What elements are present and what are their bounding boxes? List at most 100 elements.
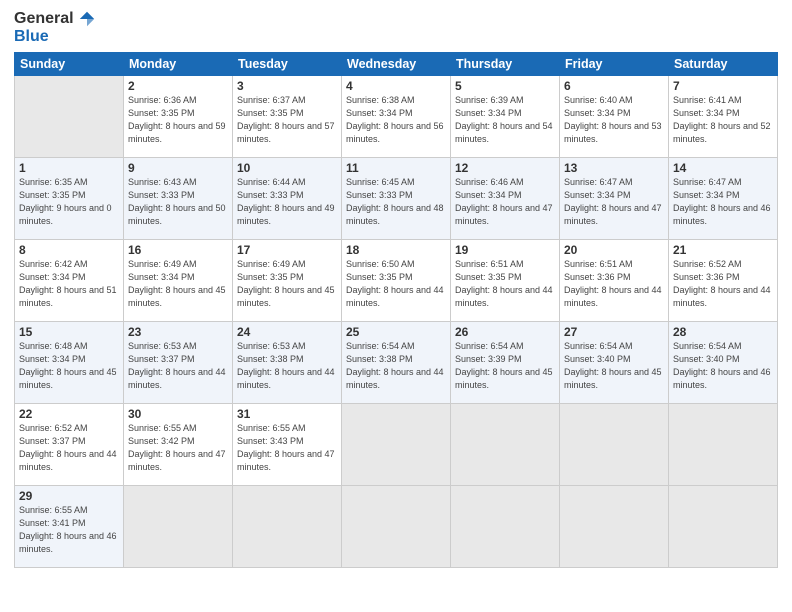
- day-info: Sunrise: 6:48 AMSunset: 3:34 PMDaylight:…: [19, 341, 117, 390]
- day-number: 19: [455, 243, 555, 257]
- day-number: 20: [564, 243, 664, 257]
- day-number: 5: [455, 79, 555, 93]
- calendar-cell: 23 Sunrise: 6:53 AMSunset: 3:37 PMDaylig…: [124, 322, 233, 404]
- day-number: 29: [19, 489, 119, 503]
- day-number: 16: [128, 243, 228, 257]
- day-info: Sunrise: 6:53 AMSunset: 3:38 PMDaylight:…: [237, 341, 335, 390]
- day-number: 17: [237, 243, 337, 257]
- day-info: Sunrise: 6:55 AMSunset: 3:41 PMDaylight:…: [19, 505, 117, 554]
- calendar-cell: 26 Sunrise: 6:54 AMSunset: 3:39 PMDaylig…: [451, 322, 560, 404]
- day-number: 28: [673, 325, 773, 339]
- day-info: Sunrise: 6:50 AMSunset: 3:35 PMDaylight:…: [346, 259, 444, 308]
- day-info: Sunrise: 6:55 AMSunset: 3:43 PMDaylight:…: [237, 423, 335, 472]
- calendar-cell: [124, 486, 233, 568]
- day-info: Sunrise: 6:49 AMSunset: 3:34 PMDaylight:…: [128, 259, 226, 308]
- calendar-cell: [342, 486, 451, 568]
- calendar-cell: [560, 404, 669, 486]
- calendar-cell: 10 Sunrise: 6:44 AMSunset: 3:33 PMDaylig…: [233, 158, 342, 240]
- day-number: 14: [673, 161, 773, 175]
- calendar-cell: 31 Sunrise: 6:55 AMSunset: 3:43 PMDaylig…: [233, 404, 342, 486]
- calendar-row-2: 8 Sunrise: 6:42 AMSunset: 3:34 PMDayligh…: [15, 240, 778, 322]
- calendar-cell: 28 Sunrise: 6:54 AMSunset: 3:40 PMDaylig…: [669, 322, 778, 404]
- calendar-cell: 18 Sunrise: 6:50 AMSunset: 3:35 PMDaylig…: [342, 240, 451, 322]
- day-info: Sunrise: 6:44 AMSunset: 3:33 PMDaylight:…: [237, 177, 335, 226]
- day-info: Sunrise: 6:51 AMSunset: 3:36 PMDaylight:…: [564, 259, 662, 308]
- col-friday: Friday: [560, 53, 669, 76]
- calendar-cell: 21 Sunrise: 6:52 AMSunset: 3:36 PMDaylig…: [669, 240, 778, 322]
- calendar-row-5: 29 Sunrise: 6:55 AMSunset: 3:41 PMDaylig…: [15, 486, 778, 568]
- calendar-cell: 7 Sunrise: 6:41 AMSunset: 3:34 PMDayligh…: [669, 76, 778, 158]
- logo-general-text: General: [14, 10, 74, 28]
- col-sunday: Sunday: [15, 53, 124, 76]
- calendar-cell: 1 Sunrise: 6:35 AMSunset: 3:35 PMDayligh…: [15, 158, 124, 240]
- day-info: Sunrise: 6:54 AMSunset: 3:39 PMDaylight:…: [455, 341, 553, 390]
- calendar-row-3: 15 Sunrise: 6:48 AMSunset: 3:34 PMDaylig…: [15, 322, 778, 404]
- day-info: Sunrise: 6:45 AMSunset: 3:33 PMDaylight:…: [346, 177, 444, 226]
- day-info: Sunrise: 6:55 AMSunset: 3:42 PMDaylight:…: [128, 423, 226, 472]
- day-info: Sunrise: 6:49 AMSunset: 3:35 PMDaylight:…: [237, 259, 335, 308]
- day-info: Sunrise: 6:42 AMSunset: 3:34 PMDaylight:…: [19, 259, 117, 308]
- calendar-cell: 20 Sunrise: 6:51 AMSunset: 3:36 PMDaylig…: [560, 240, 669, 322]
- calendar-cell: 4 Sunrise: 6:38 AMSunset: 3:34 PMDayligh…: [342, 76, 451, 158]
- day-number: 6: [564, 79, 664, 93]
- calendar-cell: 14 Sunrise: 6:47 AMSunset: 3:34 PMDaylig…: [669, 158, 778, 240]
- calendar-cell: [451, 486, 560, 568]
- calendar-cell: [15, 76, 124, 158]
- day-info: Sunrise: 6:38 AMSunset: 3:34 PMDaylight:…: [346, 95, 444, 144]
- day-number: 24: [237, 325, 337, 339]
- day-number: 21: [673, 243, 773, 257]
- day-number: 8: [19, 243, 119, 257]
- day-info: Sunrise: 6:47 AMSunset: 3:34 PMDaylight:…: [564, 177, 662, 226]
- calendar-cell: 3 Sunrise: 6:37 AMSunset: 3:35 PMDayligh…: [233, 76, 342, 158]
- day-number: 27: [564, 325, 664, 339]
- calendar-row-4: 22 Sunrise: 6:52 AMSunset: 3:37 PMDaylig…: [15, 404, 778, 486]
- day-number: 7: [673, 79, 773, 93]
- calendar-cell: 8 Sunrise: 6:42 AMSunset: 3:34 PMDayligh…: [15, 240, 124, 322]
- day-info: Sunrise: 6:41 AMSunset: 3:34 PMDaylight:…: [673, 95, 771, 144]
- calendar-cell: 6 Sunrise: 6:40 AMSunset: 3:34 PMDayligh…: [560, 76, 669, 158]
- calendar-table: Sunday Monday Tuesday Wednesday Thursday…: [14, 52, 778, 568]
- calendar-cell: [669, 404, 778, 486]
- day-info: Sunrise: 6:46 AMSunset: 3:34 PMDaylight:…: [455, 177, 553, 226]
- calendar-cell: 27 Sunrise: 6:54 AMSunset: 3:40 PMDaylig…: [560, 322, 669, 404]
- day-number: 30: [128, 407, 228, 421]
- calendar-row-1: 1 Sunrise: 6:35 AMSunset: 3:35 PMDayligh…: [15, 158, 778, 240]
- day-number: 15: [19, 325, 119, 339]
- day-number: 13: [564, 161, 664, 175]
- day-info: Sunrise: 6:43 AMSunset: 3:33 PMDaylight:…: [128, 177, 226, 226]
- col-wednesday: Wednesday: [342, 53, 451, 76]
- day-number: 4: [346, 79, 446, 93]
- calendar-cell: [560, 486, 669, 568]
- calendar-cell: 25 Sunrise: 6:54 AMSunset: 3:38 PMDaylig…: [342, 322, 451, 404]
- col-saturday: Saturday: [669, 53, 778, 76]
- calendar-cell: 15 Sunrise: 6:48 AMSunset: 3:34 PMDaylig…: [15, 322, 124, 404]
- calendar-cell: 19 Sunrise: 6:51 AMSunset: 3:35 PMDaylig…: [451, 240, 560, 322]
- day-number: 25: [346, 325, 446, 339]
- calendar-cell: [342, 404, 451, 486]
- day-info: Sunrise: 6:54 AMSunset: 3:38 PMDaylight:…: [346, 341, 444, 390]
- day-info: Sunrise: 6:36 AMSunset: 3:35 PMDaylight:…: [128, 95, 226, 144]
- col-thursday: Thursday: [451, 53, 560, 76]
- header: General Blue: [14, 10, 778, 46]
- calendar-cell: 17 Sunrise: 6:49 AMSunset: 3:35 PMDaylig…: [233, 240, 342, 322]
- calendar-cell: [669, 486, 778, 568]
- day-number: 22: [19, 407, 119, 421]
- day-number: 9: [128, 161, 228, 175]
- calendar-cell: 11 Sunrise: 6:45 AMSunset: 3:33 PMDaylig…: [342, 158, 451, 240]
- day-number: 3: [237, 79, 337, 93]
- logo: General Blue: [14, 10, 96, 46]
- day-number: 2: [128, 79, 228, 93]
- col-monday: Monday: [124, 53, 233, 76]
- day-number: 23: [128, 325, 228, 339]
- calendar-cell: 5 Sunrise: 6:39 AMSunset: 3:34 PMDayligh…: [451, 76, 560, 158]
- logo-blue-text: Blue: [14, 28, 49, 46]
- day-info: Sunrise: 6:51 AMSunset: 3:35 PMDaylight:…: [455, 259, 553, 308]
- day-number: 31: [237, 407, 337, 421]
- calendar-cell: 24 Sunrise: 6:53 AMSunset: 3:38 PMDaylig…: [233, 322, 342, 404]
- day-number: 10: [237, 161, 337, 175]
- calendar-cell: 13 Sunrise: 6:47 AMSunset: 3:34 PMDaylig…: [560, 158, 669, 240]
- page: General Blue Sunday Monday Tuesday Wedne…: [0, 0, 792, 612]
- day-info: Sunrise: 6:52 AMSunset: 3:37 PMDaylight:…: [19, 423, 117, 472]
- day-info: Sunrise: 6:35 AMSunset: 3:35 PMDaylight:…: [19, 177, 112, 226]
- calendar-cell: 2 Sunrise: 6:36 AMSunset: 3:35 PMDayligh…: [124, 76, 233, 158]
